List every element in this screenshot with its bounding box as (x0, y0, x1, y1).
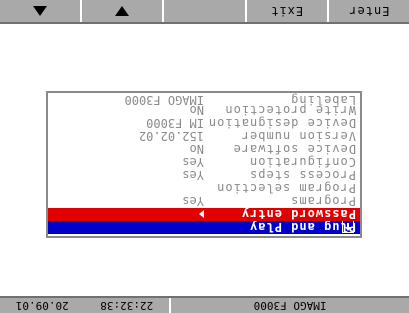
menu-item-label: Labeling (290, 93, 356, 108)
enter-button[interactable]: Enter (326, 0, 409, 22)
menu-item-value: IM F3000 (146, 116, 204, 131)
menu-item-label: Device software (232, 142, 356, 157)
menu-item-label: Programs (290, 194, 356, 209)
menu-item-value: Yes (182, 155, 204, 170)
menu-item-version-number[interactable]: 152.02.02 Version number (48, 129, 360, 144)
menu-item-label: Version number (240, 129, 356, 144)
exit-button[interactable]: Exit (244, 0, 327, 22)
menu-item-value: IMAGO F3000 (124, 93, 204, 108)
device-screen: IMAGO F3000 22:32:38 20.09.01 Plug and P… (0, 0, 409, 313)
menu-item-value: 152.02.02 (138, 129, 204, 144)
menu-item-label: Plug and Play (249, 220, 356, 235)
menu-item-password-entry[interactable]: Password entry (48, 207, 360, 222)
scroll-down-button[interactable] (80, 0, 163, 22)
arrow-down-icon (115, 6, 130, 16)
menu-item-label: Configuration (249, 155, 356, 170)
menu-item-label: Process steps (249, 168, 356, 183)
menu-item-plug-and-play[interactable]: Plug and Play (48, 220, 360, 235)
arrow-up-icon (33, 6, 48, 16)
menu-item-label: Device designation (207, 116, 356, 131)
setup-menu: Plug and Play Password entry Yes Program… (46, 91, 362, 238)
status-bar: IMAGO F3000 22:32:38 20.09.01 (0, 296, 409, 313)
time-display: 22:32:38 (100, 299, 154, 312)
blank-softkey[interactable] (162, 0, 245, 22)
softkey-bar: Enter Exit (0, 0, 409, 24)
menu-item-labeling[interactable]: IMAGO F3000 Labeling (48, 93, 360, 108)
menu-item-programs[interactable]: Yes Programs (48, 194, 360, 209)
chevron-right-icon (199, 210, 204, 218)
menu-item-value: Yes (182, 168, 204, 183)
scroll-up-button[interactable] (0, 0, 80, 22)
menu-item-program-selection[interactable]: Program selection (48, 181, 360, 196)
status-datetime: 22:32:38 20.09.01 (0, 298, 169, 313)
menu-item-configuration[interactable]: Yes Configuration (48, 155, 360, 170)
menu-item-device-software[interactable]: No Device software (48, 142, 360, 157)
menu-item-label: Password entry (240, 207, 356, 222)
menu-item-value: No (189, 142, 204, 157)
menu-item-label: Program selection (216, 181, 356, 196)
menu-item-device-designation[interactable]: IM F3000 Device designation (48, 116, 360, 131)
menu-item-process-steps[interactable]: Yes Process steps (48, 168, 360, 183)
device-model: IMAGO F3000 (169, 298, 409, 313)
menu-item-value: Yes (182, 194, 204, 209)
date-display: 20.09.01 (15, 299, 69, 312)
